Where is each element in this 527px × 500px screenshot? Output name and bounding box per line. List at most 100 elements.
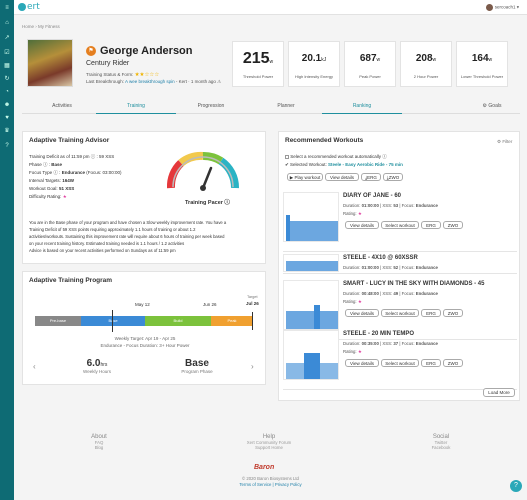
- user-name: sercoach1 ▾: [494, 4, 519, 10]
- privacy-link[interactable]: Privacy Policy: [275, 482, 302, 487]
- focus-row: Focus Type ⓘ : Endurance (Focus: 03:00:0…: [29, 170, 122, 175]
- workout-name: STEELE - 4X10 @ 60XSSR: [343, 255, 418, 261]
- goals-link[interactable]: ⚙ Goals: [462, 103, 522, 109]
- chart-icon[interactable]: ↗: [3, 34, 11, 42]
- list-item[interactable]: DIARY OF JANE - 60 Duration: 01:00:00 | …: [283, 190, 517, 252]
- view-details-button[interactable]: View details: [325, 173, 359, 181]
- filter-icon: ⚙: [497, 139, 502, 144]
- zwo-button[interactable]: ZWO: [443, 221, 463, 229]
- program-phase: Base Program Phase: [181, 358, 213, 374]
- advice-line-5: Advice is based on your recent activitie…: [29, 248, 176, 253]
- tab-training[interactable]: Training: [96, 103, 176, 114]
- goals-icon: ⚙: [482, 103, 488, 109]
- checkbox-icon[interactable]: ☑: [3, 49, 11, 57]
- hamburger-icon[interactable]: ≡: [3, 4, 11, 12]
- zwo-button[interactable]: ZWO: [443, 309, 463, 317]
- workout-meta: Duration: 00:48:00 | XSS: 49 | Focus: En…: [343, 291, 438, 296]
- athlete-name: George Anderson: [100, 45, 193, 57]
- person-icon[interactable]: ☻: [3, 101, 11, 109]
- breakthrough-link[interactable]: A wee breakthrough spin: [125, 79, 175, 84]
- workout-rating: Rating: ★: [343, 299, 362, 304]
- training-pacer-label[interactable]: Training Pacer ⓘ: [185, 198, 230, 206]
- training-pacer-gauge: [166, 151, 239, 191]
- calendar-icon[interactable]: ▦: [3, 62, 11, 70]
- user-menu[interactable]: sercoach1 ▾: [485, 4, 519, 11]
- select-workout-button[interactable]: Select workout: [381, 221, 419, 229]
- weekly-target: Weekly Target: Apr 19 - Apr 25: [114, 336, 176, 341]
- home-icon[interactable]: ⌂: [3, 19, 11, 27]
- heart-icon[interactable]: ♥: [3, 114, 11, 122]
- advice-line-3: activities/workouts. Sustaining this imp…: [29, 234, 225, 239]
- phase-peak: Peak: [211, 316, 253, 326]
- phase-base: Base: [81, 316, 145, 326]
- current-week-marker: [112, 310, 113, 332]
- dashboard-icon[interactable]: ◔: [3, 88, 11, 96]
- help-fab-icon[interactable]: ?: [510, 480, 522, 492]
- advice-line-2: Training Deficit of 59 XSS points requir…: [29, 227, 196, 232]
- tab-progression[interactable]: Progression: [171, 103, 251, 109]
- training-deficit: Training Deficit as of 11:59 pm ⓘ : 59 X…: [29, 154, 115, 159]
- zwo-button[interactable]: ZWO: [443, 359, 463, 367]
- goal-row: Workout Goal: 51 XSS: [29, 186, 75, 191]
- weekly-focus: Endurance - Focus Duration: 3+ Hour Powe…: [100, 343, 190, 348]
- advisor-title: Adaptive Training Advisor: [29, 137, 110, 144]
- zwo-download-button[interactable]: ⤓ZWO: [383, 173, 403, 181]
- target-label: Target: [247, 295, 258, 299]
- view-details-button[interactable]: View details: [345, 221, 379, 229]
- phase-row: Phase ⓘ : Base: [29, 162, 63, 167]
- program-timeline: Pre-base Base Build Peak: [35, 310, 253, 332]
- next-week-icon[interactable]: ›: [251, 362, 254, 371]
- prev-week-icon[interactable]: ‹: [33, 362, 36, 371]
- workout-rating: Rating: ★: [343, 211, 362, 216]
- advisor-panel: Adaptive Training Advisor Training Defic…: [22, 131, 266, 264]
- workout-meta: Duration: 01:00:00 | XSS: 53 | Focus: En…: [343, 203, 438, 208]
- status-stars: ★★☆☆☆: [134, 72, 160, 78]
- support-link[interactable]: Support Home: [209, 445, 329, 450]
- gauge-needle: [201, 166, 213, 190]
- workout-meta: Duration: 01:00:00 | XSS: 52 | Focus: En…: [343, 265, 438, 270]
- tab-ranking[interactable]: Ranking: [322, 103, 402, 114]
- terms-link[interactable]: Terms of Service: [239, 482, 271, 487]
- workout-rating: Rating: ★: [343, 349, 362, 354]
- info-icon[interactable]: ?: [3, 142, 11, 150]
- date-jun-26: Jun 26: [203, 302, 217, 307]
- baron-logo: Baron: [254, 464, 275, 471]
- interval-row: Interval Targets: 164W: [29, 178, 74, 183]
- last-breakthrough: Last Breakthrough: A wee breakthrough sp…: [86, 79, 222, 84]
- select-workout-button[interactable]: Select workout: [381, 359, 419, 367]
- load-more-button[interactable]: Load More: [483, 388, 515, 397]
- blog-link[interactable]: Blog: [39, 445, 159, 450]
- auto-select-checkbox[interactable]: Select a recommended workout automatical…: [285, 154, 387, 160]
- refresh-icon[interactable]: ↻: [3, 75, 11, 83]
- training-status: Training Status & Form: ★★☆☆☆: [86, 72, 160, 78]
- trophy-icon[interactable]: ♛: [3, 127, 11, 135]
- stat-threshold-power: 215w Threshold Power: [232, 41, 284, 87]
- advice-line-4: on your recent training history. Estimat…: [29, 241, 185, 246]
- view-details-button[interactable]: View details: [345, 359, 379, 367]
- sidebar: ≡ ⌂ ↗ ☑ ▦ ↻ ◔ ☻ ♥ ♛ ?: [0, 0, 14, 500]
- tab-planner[interactable]: Planner: [246, 103, 326, 109]
- footer-social: Social Twitter Facebook: [381, 434, 501, 450]
- list-item[interactable]: STEELE - 4X10 @ 60XSSR Duration: 01:00:0…: [283, 252, 517, 274]
- footer-help: Help Xert Community Forum Support Home: [209, 434, 329, 450]
- breadcrumb[interactable]: Home › My Fitness: [22, 24, 60, 29]
- view-details-button[interactable]: View details: [345, 309, 379, 317]
- difficulty-row: Difficulty Rating: ★: [29, 194, 67, 199]
- app-logo[interactable]: ert: [18, 2, 40, 12]
- program-title: Adaptive Training Program: [29, 277, 113, 284]
- filter-button[interactable]: ⚙ Filter: [497, 139, 512, 145]
- play-workout-button[interactable]: ▶ Play workout: [287, 173, 323, 181]
- list-item[interactable]: STEELE - 20 MIN TEMPO Duration: 00:35:00…: [283, 328, 517, 390]
- date-may-12: May 12: [135, 302, 150, 307]
- erg-button[interactable]: ERG: [421, 221, 441, 229]
- stat-peak-power: 687w Peak Power: [344, 41, 396, 87]
- facebook-link[interactable]: Facebook: [381, 445, 501, 450]
- tab-activities[interactable]: Activities: [22, 103, 102, 109]
- workout-name: SMART - LUCY IN THE SKY WITH DIAMONDS - …: [343, 281, 485, 287]
- select-workout-button[interactable]: Select workout: [381, 309, 419, 317]
- erg-button[interactable]: ERG: [421, 359, 441, 367]
- erg-download-button[interactable]: ⤓ERG: [361, 173, 381, 181]
- phase-pre-base: Pre-base: [35, 316, 81, 326]
- erg-button[interactable]: ERG: [421, 309, 441, 317]
- stat-2-hour-power: 208w 2 Hour Power: [400, 41, 452, 87]
